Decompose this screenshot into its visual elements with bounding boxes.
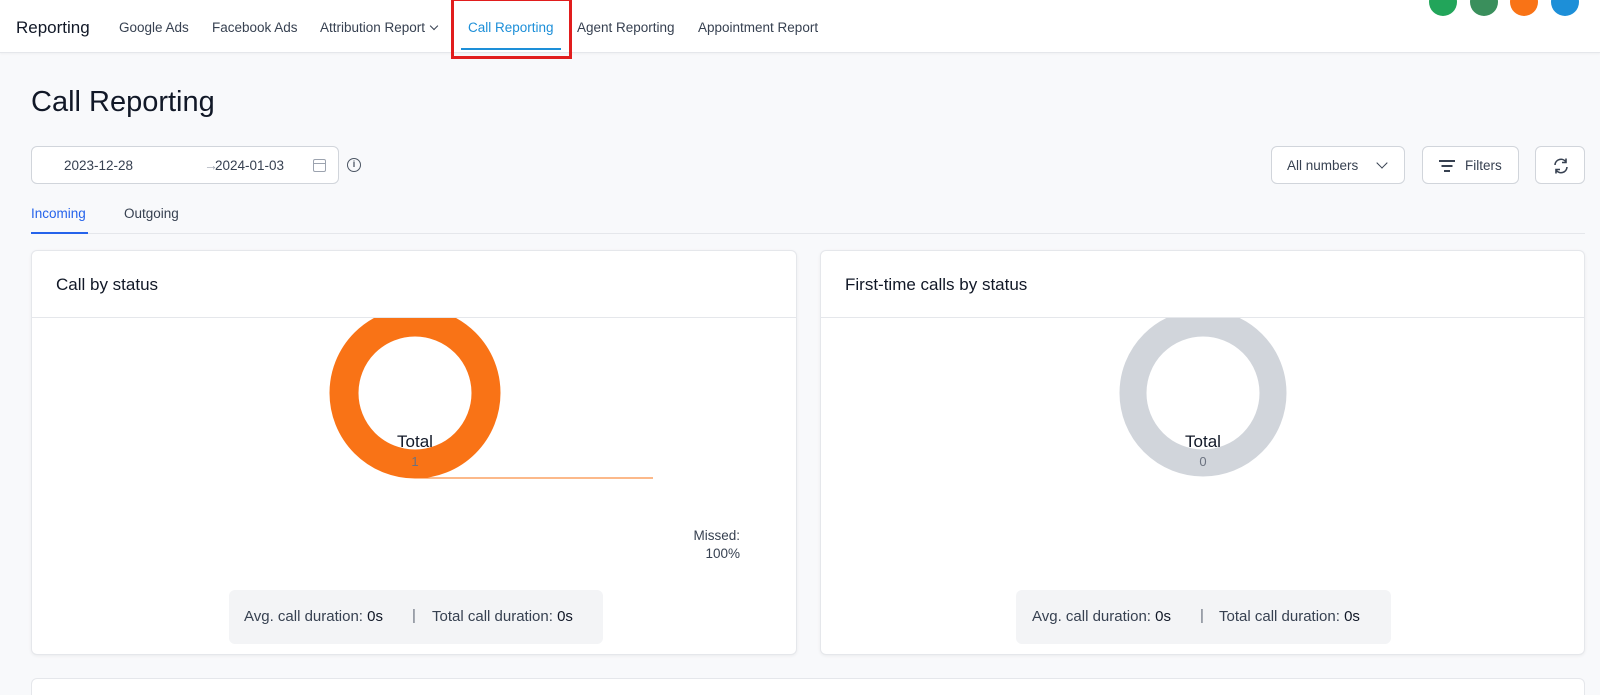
donut-total-value: 0 (1199, 454, 1207, 469)
avatar[interactable] (1510, 0, 1538, 16)
chevron-down-icon (429, 21, 439, 31)
filters-button[interactable]: Filters (1422, 146, 1519, 184)
avg-call-duration: Avg. call duration: 0s (1032, 608, 1171, 625)
total-call-duration-label: Total call duration: (1219, 608, 1345, 625)
nav-facebook-ads[interactable]: Facebook Ads (212, 20, 298, 35)
avatar[interactable] (1470, 0, 1498, 16)
numbers-select-value: All numbers (1287, 158, 1359, 173)
date-range-picker[interactable]: 2023-12-28 → 2024-01-03 (31, 146, 339, 184)
card-header: First-time calls by status (821, 251, 1584, 318)
page-title: Call Reporting (31, 86, 215, 118)
highlight-annotation-box (451, 0, 572, 59)
summary-separator: | (412, 607, 416, 624)
start-date[interactable]: 2023-12-28 (64, 158, 133, 173)
legend-missed-label: Missed: (693, 528, 740, 543)
nav-agent-reporting[interactable]: Agent Reporting (577, 20, 675, 35)
avg-call-duration-value: 0s (1155, 608, 1171, 625)
active-tab-indicator (31, 232, 88, 234)
duration-summary: Avg. call duration: 0s | Total call dura… (1016, 590, 1391, 644)
tabs-divider (31, 233, 1585, 234)
tab-incoming[interactable]: Incoming (31, 206, 86, 221)
summary-separator: | (1200, 607, 1204, 624)
avatar[interactable] (1551, 0, 1579, 16)
avg-call-duration-label: Avg. call duration: (244, 608, 368, 625)
nav-appointment-report[interactable]: Appointment Report (698, 20, 818, 35)
card-title: First-time calls by status (845, 275, 1028, 294)
card-title: Call by status (56, 275, 159, 294)
refresh-button[interactable] (1535, 146, 1585, 184)
end-date[interactable]: 2024-01-03 (215, 158, 284, 173)
total-call-duration: Total call duration: 0s (432, 608, 573, 625)
avg-call-duration: Avg. call duration: 0s (244, 608, 383, 625)
nav-attribution-report[interactable]: Attribution Report (320, 20, 439, 35)
total-call-duration: Total call duration: 0s (1219, 608, 1360, 625)
top-navigation: Reporting Google Ads Facebook Ads Attrib… (0, 0, 1600, 53)
duration-summary: Avg. call duration: 0s | Total call dura… (229, 590, 603, 644)
donut-total-value: 1 (411, 454, 419, 469)
tab-outgoing[interactable]: Outgoing (124, 206, 179, 221)
donut-total-label: Total (1185, 432, 1221, 451)
avg-call-duration-value: 0s (367, 608, 383, 625)
call-by-status-card: Call by status Total 1 Missed: 100% Avg.… (31, 250, 797, 655)
first-time-calls-card: First-time calls by status Total 0 Avg. … (820, 250, 1585, 655)
nav-attribution-report-label: Attribution Report (320, 20, 426, 35)
avg-call-duration-label: Avg. call duration: (1032, 608, 1156, 625)
nav-google-ads[interactable]: Google Ads (119, 20, 189, 35)
chevron-down-icon (1376, 157, 1388, 169)
total-call-duration-value: 0s (557, 608, 573, 625)
total-call-duration-label: Total call duration: (432, 608, 558, 625)
calendar-icon[interactable] (313, 159, 326, 172)
filters-label: Filters (1465, 158, 1502, 173)
next-card (31, 678, 1585, 695)
brand-title: Reporting (16, 18, 90, 37)
card-header: Call by status (32, 251, 796, 318)
donut-total-label: Total (397, 432, 433, 451)
info-icon[interactable]: i (347, 158, 361, 172)
avatar[interactable] (1429, 0, 1457, 16)
legend-missed-value: 100% (705, 546, 740, 561)
total-call-duration-value: 0s (1344, 608, 1360, 625)
numbers-select[interactable]: All numbers (1271, 146, 1405, 184)
refresh-icon (1554, 158, 1568, 174)
filter-icon (1439, 160, 1455, 172)
